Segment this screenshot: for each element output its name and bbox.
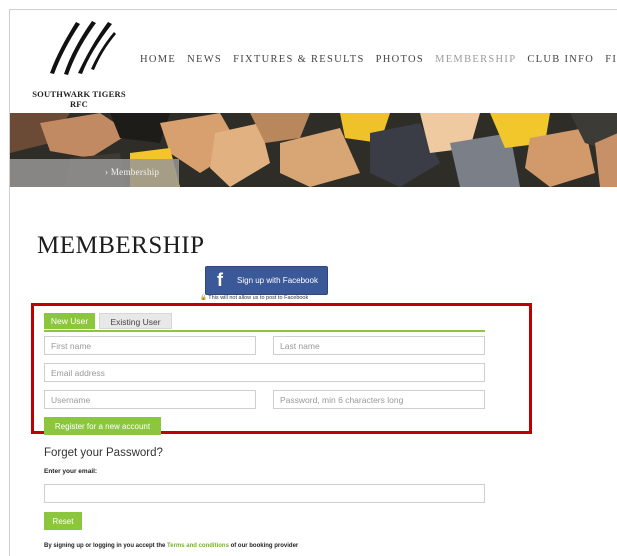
facebook-icon: f [217,270,223,290]
last-name-input[interactable] [273,336,485,355]
breadcrumb-membership[interactable]: › Membership [105,167,159,177]
page-title: MEMBERSHIP [37,232,205,259]
nav-news[interactable]: NEWS [187,54,222,65]
tab-existing-user[interactable]: Existing User [99,313,172,329]
nav-club-info[interactable]: CLUB INFO [527,54,594,65]
club-name-line2: RFC [69,99,89,109]
email-input[interactable] [44,363,485,382]
forgot-password-heading: Forget your Password? [44,447,163,459]
reset-email-label: Enter your email: [44,468,98,475]
nav-photos[interactable]: PHOTOS [376,54,424,65]
terms-suffix: of our booking provider [228,543,299,549]
club-name: SOUTHWARK TIGERS RFC [24,89,134,109]
club-logo[interactable]: SOUTHWARK TIGERS RFC [24,18,134,109]
nav-find-us[interactable]: FIND US [605,54,617,65]
terms-link[interactable]: Terms and conditions [167,543,229,549]
password-input[interactable] [273,390,485,409]
nav-home[interactable]: HOME [140,54,176,65]
first-name-input[interactable] [44,336,256,355]
terms-notice: By signing up or logging in you accept t… [44,543,298,549]
facebook-signup-button[interactable]: f Sign up with Facebook [205,266,328,295]
reset-button[interactable]: Reset [44,512,82,530]
breadcrumb: › Membership [10,159,179,187]
club-name-line1: SOUTHWARK TIGERS [32,89,126,99]
tab-new-user[interactable]: New User [44,313,95,329]
page-frame: SOUTHWARK TIGERS RFC HOME NEWS FIXTURES … [9,9,617,556]
nav-membership[interactable]: MEMBERSHIP [435,54,516,65]
nav-fixtures-results[interactable]: FIXTURES & RESULTS [233,54,365,65]
register-button[interactable]: Register for a new account [44,417,161,435]
username-input[interactable] [44,390,256,409]
account-tabs: New User Existing User [44,313,485,332]
claw-marks-icon [50,21,116,75]
facebook-privacy-note: 🔒 This will not allow us to post to Face… [200,295,309,301]
terms-prefix: By signing up or logging in you accept t… [44,543,168,549]
facebook-signup-label: Sign up with Facebook [237,276,318,285]
reset-email-input[interactable] [44,484,485,503]
main-nav: HOME NEWS FIXTURES & RESULTS PHOTOS MEMB… [140,54,617,65]
hero-banner: › Membership [10,113,617,187]
